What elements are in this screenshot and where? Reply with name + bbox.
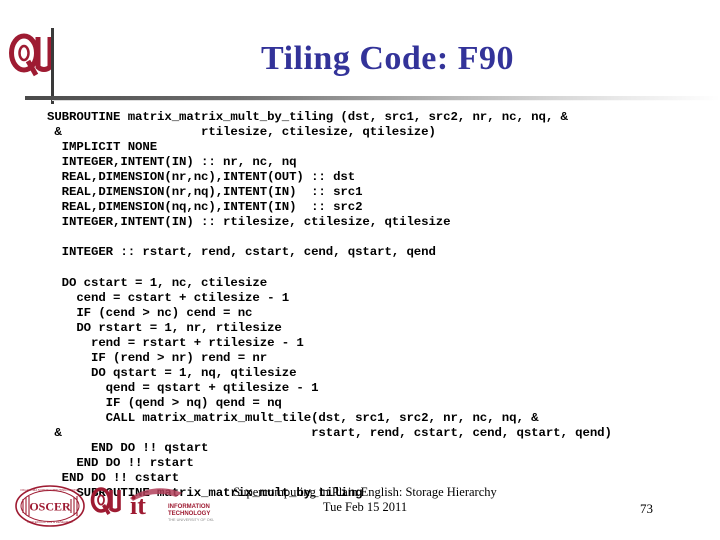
- code-line: REAL,DIMENSION(nr,nq),INTENT(IN) :: src1: [47, 185, 363, 200]
- oscer-logo-icon: OSCER OKLAHOMA SUPERCOMPUTING CENTER FOR…: [14, 484, 86, 528]
- footer-line-1: Supercomputing in Plain English: Storage…: [233, 485, 497, 499]
- code-line: IMPLICIT NONE: [47, 140, 158, 155]
- code-line: qend = qstart + qtilesize - 1: [47, 380, 319, 395]
- header-horizontal-rule-thin: [52, 100, 720, 101]
- svg-text:it: it: [130, 491, 146, 520]
- code-line: IF (qend > nq) qend = nq: [47, 395, 282, 410]
- page-title: Tiling Code: F90: [261, 40, 514, 77]
- code-line: INTEGER,INTENT(IN) :: rtilesize, ctilesi…: [47, 215, 451, 230]
- svg-text:OSCER: OSCER: [29, 500, 71, 514]
- svg-text:FOR EDUCATION & RESEARCH: FOR EDUCATION & RESEARCH: [28, 520, 73, 524]
- code-line: rend = rstart + rtilesize - 1: [47, 335, 304, 350]
- header-vertical-rule: [51, 28, 54, 104]
- footer-line-2: Tue Feb 15 2011: [322, 500, 408, 514]
- slide: Tiling Code: F90 SUBROUTINE matrix_matri…: [0, 0, 720, 540]
- code-line: DO qstart = 1, nq, qtilesize: [47, 365, 297, 380]
- code-line: SUBROUTINE matrix_matrix_mult_by_tiling …: [47, 110, 568, 124]
- footer-text: Supercomputing in Plain English: Storage…: [150, 485, 580, 515]
- ou-logo-icon: [8, 31, 54, 95]
- code-line: cend = cstart + ctilesize - 1: [47, 290, 290, 305]
- code-line: REAL,DIMENSION(nq,nc),INTENT(IN) :: src2: [47, 200, 363, 215]
- code-line: REAL,DIMENSION(nr,nc),INTENT(OUT) :: dst: [47, 170, 356, 185]
- svg-text:THE UNIVERSITY OF OKLAHOMA: THE UNIVERSITY OF OKLAHOMA: [168, 518, 214, 522]
- code-line: CALL matrix_matrix_mult_tile(dst, src1, …: [47, 410, 539, 425]
- code-line: & rtilesize, ctilesize, qtilesize): [47, 125, 436, 140]
- code-block: SUBROUTINE matrix_matrix_mult_by_tiling …: [47, 110, 715, 501]
- code-line: IF (rend > nr) rend = nr: [47, 350, 268, 365]
- svg-text:OKLAHOMA SUPERCOMPUTING CENTER: OKLAHOMA SUPERCOMPUTING CENTER: [20, 488, 80, 492]
- code-line: DO rstart = 1, nr, rtilesize: [47, 320, 282, 335]
- code-line: END DO !! qstart: [47, 441, 209, 456]
- code-line: DO cstart = 1, nc, ctilesize: [47, 275, 268, 290]
- code-line: INTEGER,INTENT(IN) :: nr, nc, nq: [47, 155, 297, 170]
- ou-logo-icon: [90, 486, 122, 526]
- code-line: END DO !! rstart: [47, 456, 194, 471]
- code-line: IF (cend > nc) cend = nc: [47, 305, 253, 320]
- code-line: & rstart, rend, cstart, cend, qstart, qe…: [47, 425, 612, 440]
- page-number: 73: [640, 501, 653, 516]
- code-line: INTEGER :: rstart, rend, cstart, cend, q…: [47, 245, 436, 260]
